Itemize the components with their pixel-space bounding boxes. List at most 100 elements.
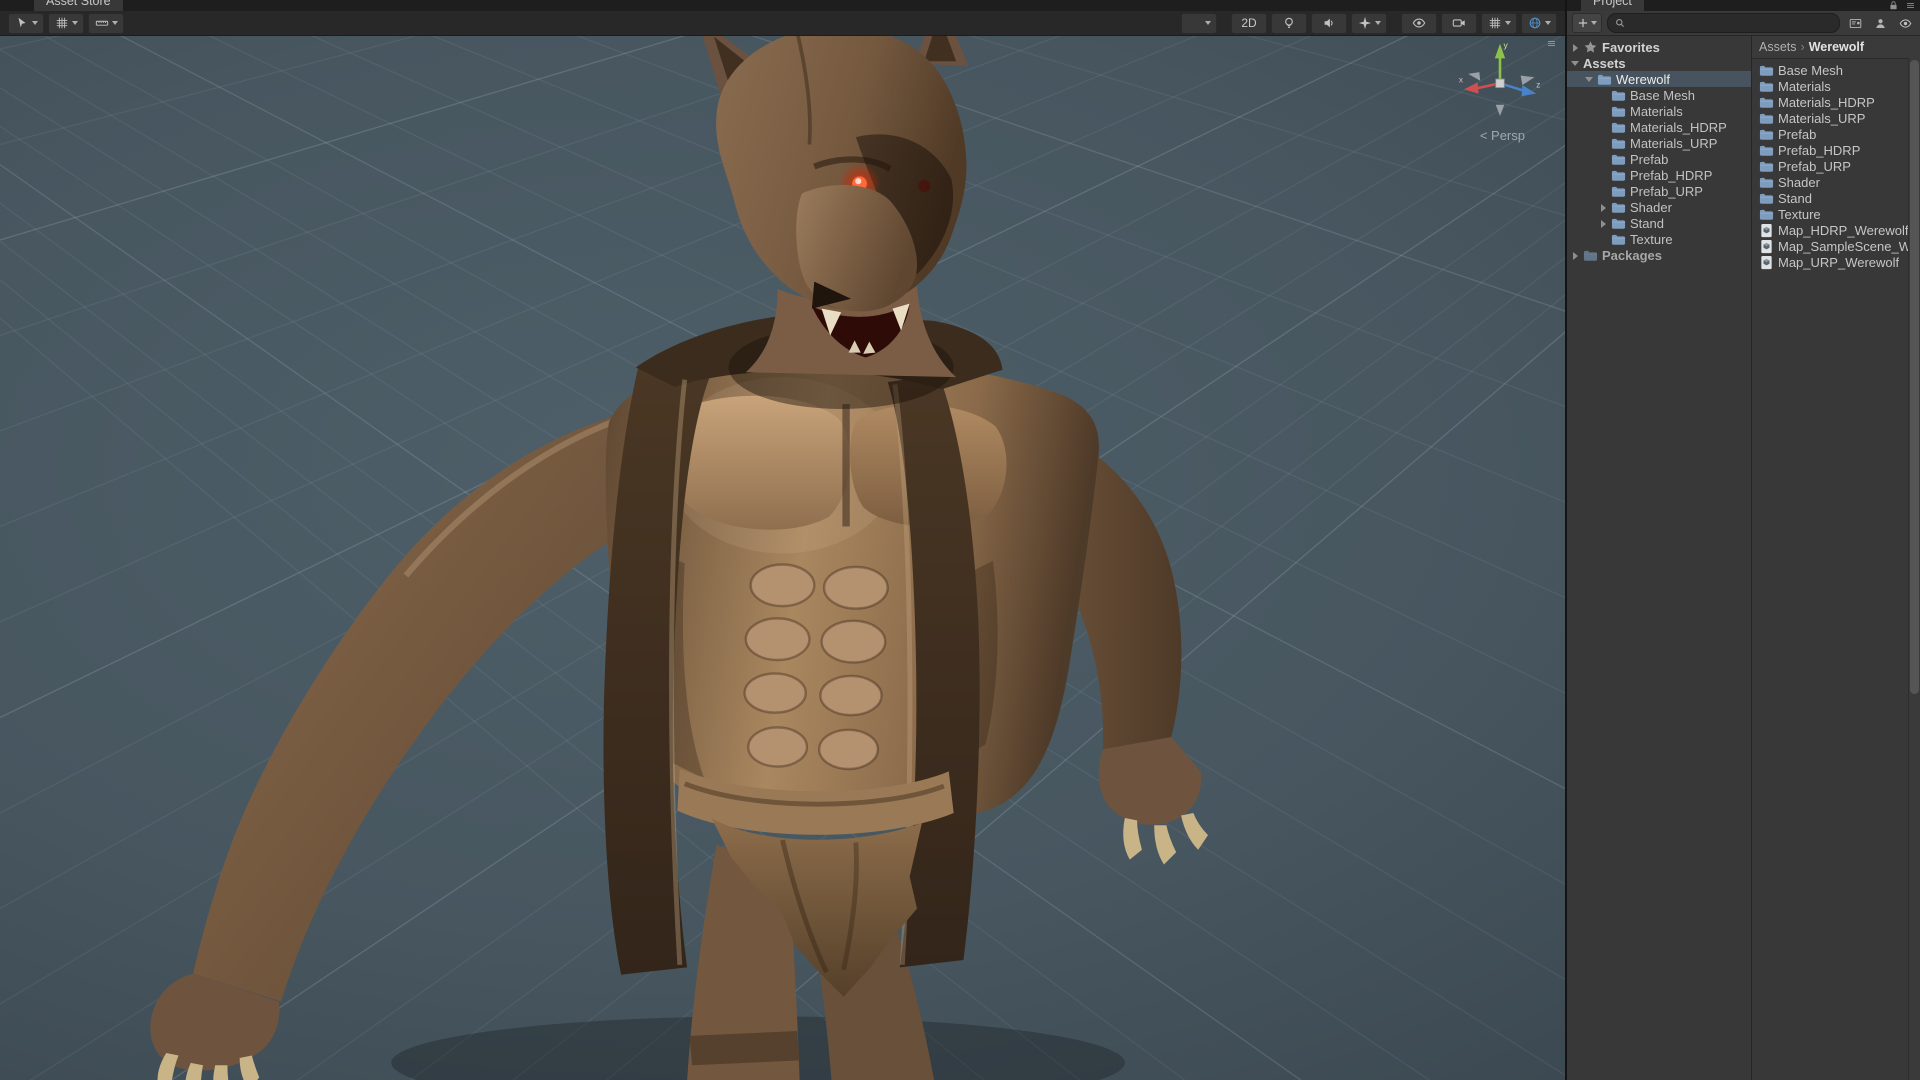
chevron-down-icon[interactable] [1584,74,1595,85]
project-panel: Project Favorites Assets Werewolf Base M… [1565,0,1920,1080]
folder-icon [1759,63,1774,78]
scene-asset-icon [1759,239,1774,254]
ruler-icon [95,16,109,30]
tree-item-materials-hdrp[interactable]: Materials_HDRP [1567,119,1751,135]
chevron-down-icon [1374,21,1381,25]
asset-item-prefab[interactable]: Prefab [1752,126,1920,142]
tab-project[interactable]: Project [1581,0,1644,11]
axis-neg-y-cone[interactable] [1495,104,1505,116]
asset-item-prefab-urp[interactable]: Prefab_URP [1752,158,1920,174]
axis-neg-x-cone[interactable] [1520,75,1535,86]
folder-icon [1597,72,1612,87]
asset-item-texture[interactable]: Texture [1752,206,1920,222]
scene-orientation-gizmo[interactable]: y x z [1457,36,1543,122]
scene-visibility-toggle[interactable] [1401,12,1437,34]
asset-item-stand[interactable]: Stand [1752,190,1920,206]
asset-item-shader[interactable]: Shader [1752,174,1920,190]
tree-item-shader[interactable]: Shader [1567,199,1751,215]
project-tab-bar: Project [1567,0,1920,11]
chevron-right-icon[interactable] [1570,42,1581,53]
tree-item-assets[interactable]: Assets [1567,55,1751,71]
asset-item-map-hdrp-werewolf[interactable]: Map_HDRP_Werewolf [1752,222,1920,238]
project-folder-tree: Favorites Assets Werewolf Base Mesh Mate… [1567,36,1752,1080]
grid-visibility-dropdown[interactable] [1481,12,1517,34]
scene-asset-icon [1759,255,1774,270]
project-search-field[interactable] [1607,13,1840,33]
gizmo-menu-icon[interactable] [1546,38,1557,49]
axis-z-cone[interactable] [1521,85,1537,97]
grid-icon [55,16,69,30]
chevron-right-icon[interactable] [1598,202,1609,213]
asset-item-materials-hdrp[interactable]: Materials_HDRP [1752,94,1920,110]
plus-icon [1577,17,1589,29]
scene-lighting-toggle[interactable] [1271,12,1307,34]
globe-icon [1528,16,1542,30]
asset-list-scrollbar[interactable] [1908,58,1920,1080]
folder-icon [1759,127,1774,142]
type-card-icon [1849,17,1862,30]
tree-item-werewolf[interactable]: Werewolf [1567,71,1751,87]
toggle-2d-button[interactable]: 2D [1231,12,1267,34]
speaker-icon [1322,16,1336,30]
breadcrumb-werewolf[interactable]: Werewolf [1809,40,1864,54]
tree-item-packages[interactable]: Packages [1567,247,1751,263]
tree-item-prefab[interactable]: Prefab [1567,151,1751,167]
asset-item-map-samplescene-werewolf[interactable]: Map_SampleScene_Wer [1752,238,1920,254]
chevron-down-icon[interactable] [1570,58,1581,69]
tools-dropdown[interactable] [8,12,44,34]
tree-item-prefab-urp[interactable]: Prefab_URP [1567,183,1751,199]
asset-item-map-urp-werewolf[interactable]: Map_URP_Werewolf [1752,254,1920,270]
tree-item-stand[interactable]: Stand [1567,215,1751,231]
folder-icon [1759,143,1774,158]
search-by-type-button[interactable] [1845,14,1865,32]
tree-item-materials[interactable]: Materials [1567,103,1751,119]
werewolf-model[interactable] [150,0,1208,1080]
tab-asset-store[interactable]: Asset Store [34,0,123,11]
gizmos-dropdown[interactable] [1521,12,1557,34]
folder-icon [1611,136,1626,151]
chevron-right-icon[interactable] [1570,250,1581,261]
hidden-packages-button[interactable] [1895,14,1915,32]
asset-item-prefab-hdrp[interactable]: Prefab_HDRP [1752,142,1920,158]
axis-neg-z-cone[interactable] [1468,72,1481,81]
scene-asset-icon [1759,223,1774,238]
tree-item-texture[interactable]: Texture [1567,231,1751,247]
projection-mode-label[interactable]: < Persp [1480,128,1525,143]
breadcrumb-assets[interactable]: Assets [1759,40,1797,54]
gizmo-center-cube[interactable] [1495,78,1505,89]
tree-item-prefab-hdrp[interactable]: Prefab_HDRP [1567,167,1751,183]
chevron-down-icon [1591,21,1597,25]
scene-viewport[interactable] [0,0,1565,1080]
asset-item-materials[interactable]: Materials [1752,78,1920,94]
scene-audio-toggle[interactable] [1311,12,1347,34]
axis-x-cone[interactable] [1463,82,1479,94]
asset-item-materials-urp[interactable]: Materials_URP [1752,110,1920,126]
chevron-down-icon [31,21,38,25]
tree-item-materials-urp[interactable]: Materials_URP [1567,135,1751,151]
asset-item-base-mesh[interactable]: Base Mesh [1752,62,1920,78]
scene-effects-dropdown[interactable] [1351,12,1387,34]
snap-settings-dropdown[interactable] [88,12,124,34]
grid-snapping-dropdown[interactable] [48,12,84,34]
eye-icon [1412,16,1426,30]
tree-item-favorites[interactable]: Favorites [1567,39,1751,55]
folder-icon [1611,200,1626,215]
2d-label: 2D [1241,16,1257,30]
shaded-sphere-icon [1188,16,1202,30]
folder-icon [1759,175,1774,190]
lock-icon[interactable] [1888,0,1899,11]
folder-icon [1611,232,1626,247]
folder-icon [1611,104,1626,119]
project-toolbar [1567,11,1920,36]
tree-item-base-mesh[interactable]: Base Mesh [1567,87,1751,103]
chevron-right-icon[interactable] [1598,218,1609,229]
scrollbar-thumb[interactable] [1910,60,1919,694]
search-input[interactable] [1629,15,1833,31]
create-asset-button[interactable] [1572,13,1602,33]
chevron-down-icon [111,21,118,25]
camera-settings-button[interactable] [1441,12,1477,34]
menu-icon[interactable] [1905,0,1916,11]
draw-mode-dropdown[interactable] [1181,12,1217,34]
folder-icon [1759,191,1774,206]
search-by-label-button[interactable] [1870,14,1890,32]
